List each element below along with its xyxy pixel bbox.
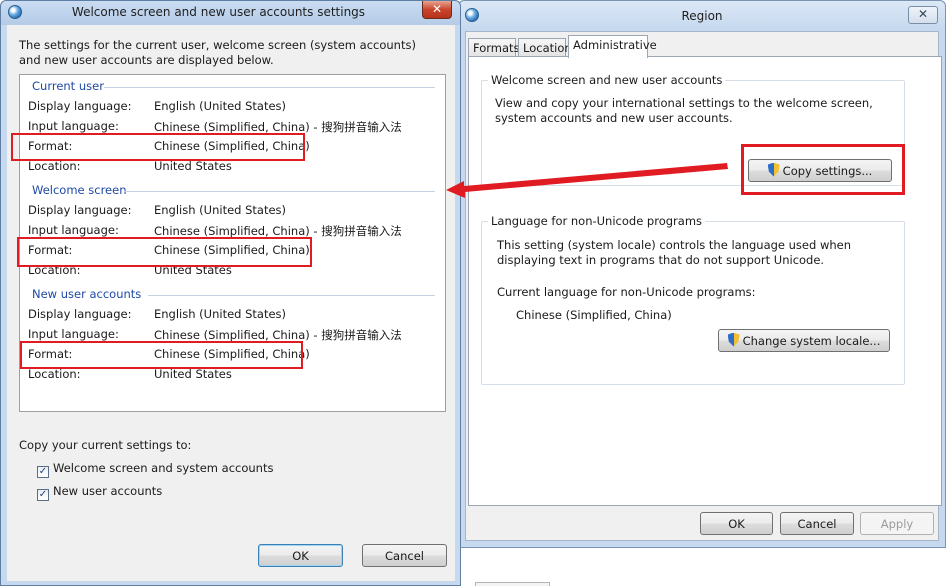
non-unicode-description: This setting (system locale) controls th… [497,238,852,267]
welcome-ok-button[interactable]: OK [258,544,343,567]
row-value: United States [154,367,232,381]
welcome-screen-description: View and copy your international setting… [495,96,873,125]
row-label: Input language: [28,119,119,133]
checkbox-new-user-accounts[interactable]: ✓ New user accounts [37,484,162,501]
non-unicode-group-title: Language for non-Unicode programs [488,214,706,228]
administrative-tab-panel: Welcome screen and new user accounts Vie… [468,56,942,506]
welcome-settings-dialog: Welcome screen and new user accounts set… [0,0,461,586]
section-heading-current-user: Current user [32,79,104,93]
checkbox-label: New user accounts [53,484,163,498]
uac-shield-icon [727,332,740,347]
checkbox-label: Welcome screen and system accounts [53,461,274,475]
checkbox-welcome-screen[interactable]: ✓ Welcome screen and system accounts [37,461,273,478]
welcome-screen-group-title: Welcome screen and new user accounts [488,73,726,87]
section-divider [124,191,435,192]
row-label: Location: [28,159,81,173]
change-system-locale-button[interactable]: Change system locale... [718,329,890,352]
row-label: Display language: [28,99,132,113]
region-window: Region ✕ Formats Location Administrative… [458,0,946,548]
region-titlebar[interactable]: Region ✕ [459,1,945,31]
welcome-dialog-title: Welcome screen and new user accounts set… [71,5,366,19]
row-value: English (United States) [154,203,287,217]
region-apply-button[interactable]: Apply [860,512,934,535]
tab-administrative[interactable]: Administrative [568,35,657,58]
format-highlight-new-user [20,341,303,369]
region-title: Region [681,9,723,23]
current-locale-label: Current language for non-Unicode program… [497,285,756,299]
section-divider [104,87,435,88]
region-ok-button[interactable]: OK [700,512,773,535]
region-client-area: Formats Location Administrative Welcome … [465,31,942,541]
format-highlight-welcome-screen [17,237,312,267]
current-locale-value: Chinese (Simplified, China) [516,308,672,322]
checkbox-checked-icon[interactable]: ✓ [37,466,49,478]
format-highlight-current-user [11,133,305,161]
row-label: Input language: [28,327,119,341]
row-label: Display language: [28,307,132,321]
desktop-background [462,548,946,586]
region-cancel-button[interactable]: Cancel [780,512,854,535]
row-label: Input language: [28,223,119,237]
non-unicode-group: Language for non-Unicode programs This s… [481,214,905,385]
copy-settings-highlight [741,144,905,195]
section-divider [148,295,435,296]
welcome-dialog-intro: The settings for the current user, welco… [19,38,416,67]
row-value: English (United States) [154,99,287,113]
copy-settings-to-label: Copy your current settings to: [19,438,192,452]
checkbox-checked-icon[interactable]: ✓ [37,489,49,501]
tab-formats[interactable]: Formats [468,38,520,57]
tab-location[interactable]: Location [518,38,572,57]
row-value: United States [154,159,232,173]
row-label: Display language: [28,203,132,217]
change-system-locale-label: Change system locale... [742,333,881,348]
welcome-dialog-close-button[interactable]: ✕ [422,1,452,19]
background-window-edge [475,582,550,586]
welcome-dialog-client-area: The settings for the current user, welco… [7,25,455,581]
row-label: Location: [28,367,81,381]
row-value: English (United States) [154,307,287,321]
section-heading-new-user-accounts: New user accounts [32,287,142,301]
welcome-cancel-button[interactable]: Cancel [362,544,447,567]
section-heading-welcome-screen: Welcome screen [32,183,127,197]
welcome-dialog-titlebar[interactable]: Welcome screen and new user accounts set… [1,1,460,25]
region-close-button[interactable]: ✕ [908,6,938,24]
